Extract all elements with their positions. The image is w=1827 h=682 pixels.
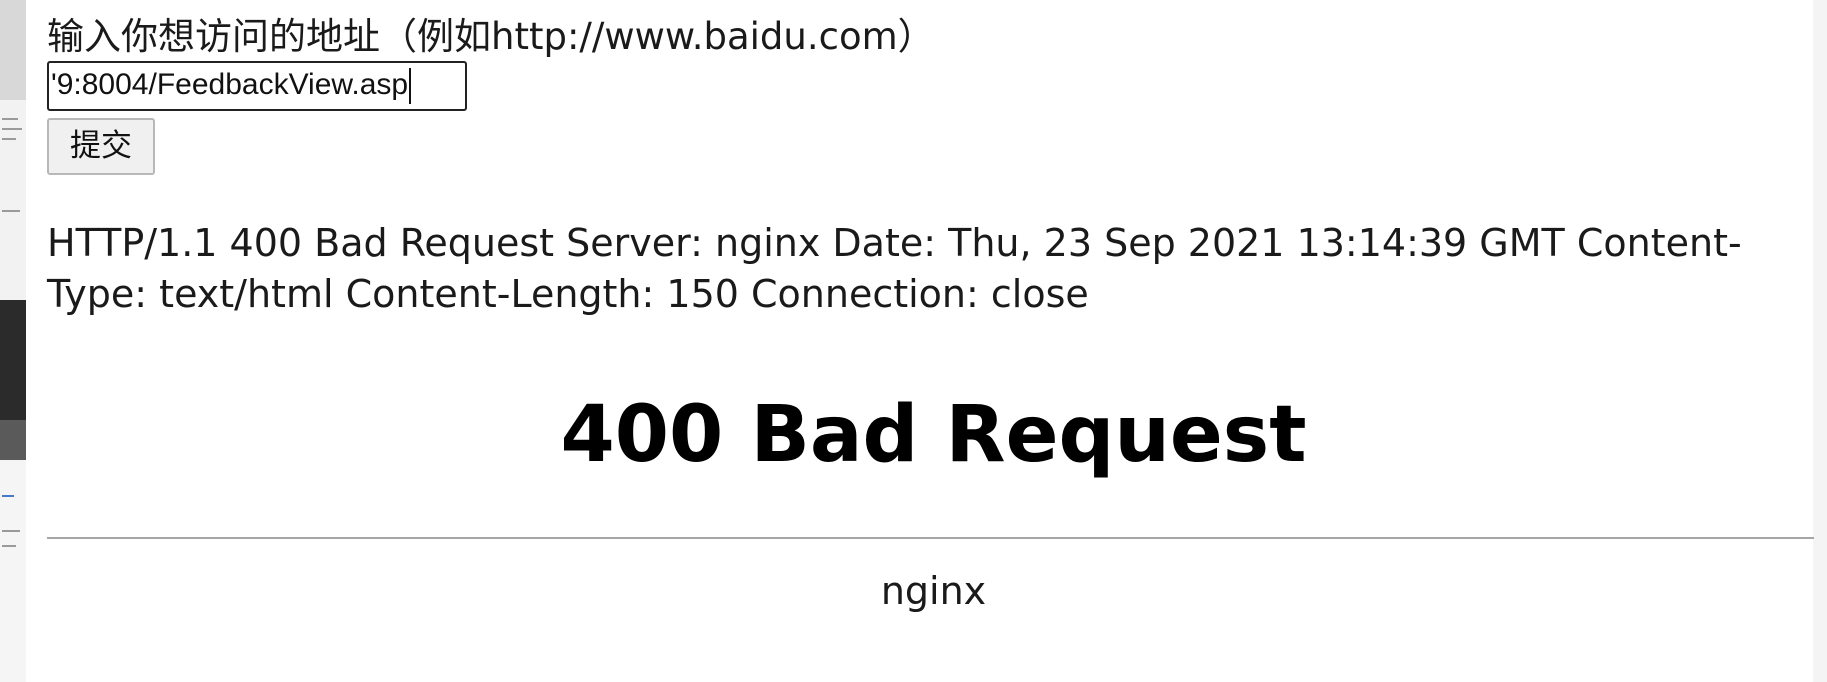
horizontal-rule xyxy=(47,537,1814,539)
url-input[interactable]: '9:8004/FeedbackView.asp xyxy=(47,61,467,111)
response-headers-text: HTTP/1.1 400 Bad Request Server: nginx D… xyxy=(47,221,1742,316)
error-heading: 400 Bad Request xyxy=(560,390,1307,480)
url-prompt-label: 输入你想访问的地址（例如http://www.baidu.com） xyxy=(47,15,935,58)
text-caret xyxy=(409,68,412,105)
browser-page: 输入你想访问的地址（例如http://www.baidu.com） '9:800… xyxy=(0,0,1827,682)
background-window-edge xyxy=(0,0,26,682)
submit-button[interactable]: 提交 xyxy=(47,118,155,175)
server-name-footer: nginx xyxy=(880,569,987,613)
url-input-value: '9:8004/FeedbackView.asp xyxy=(51,68,409,101)
